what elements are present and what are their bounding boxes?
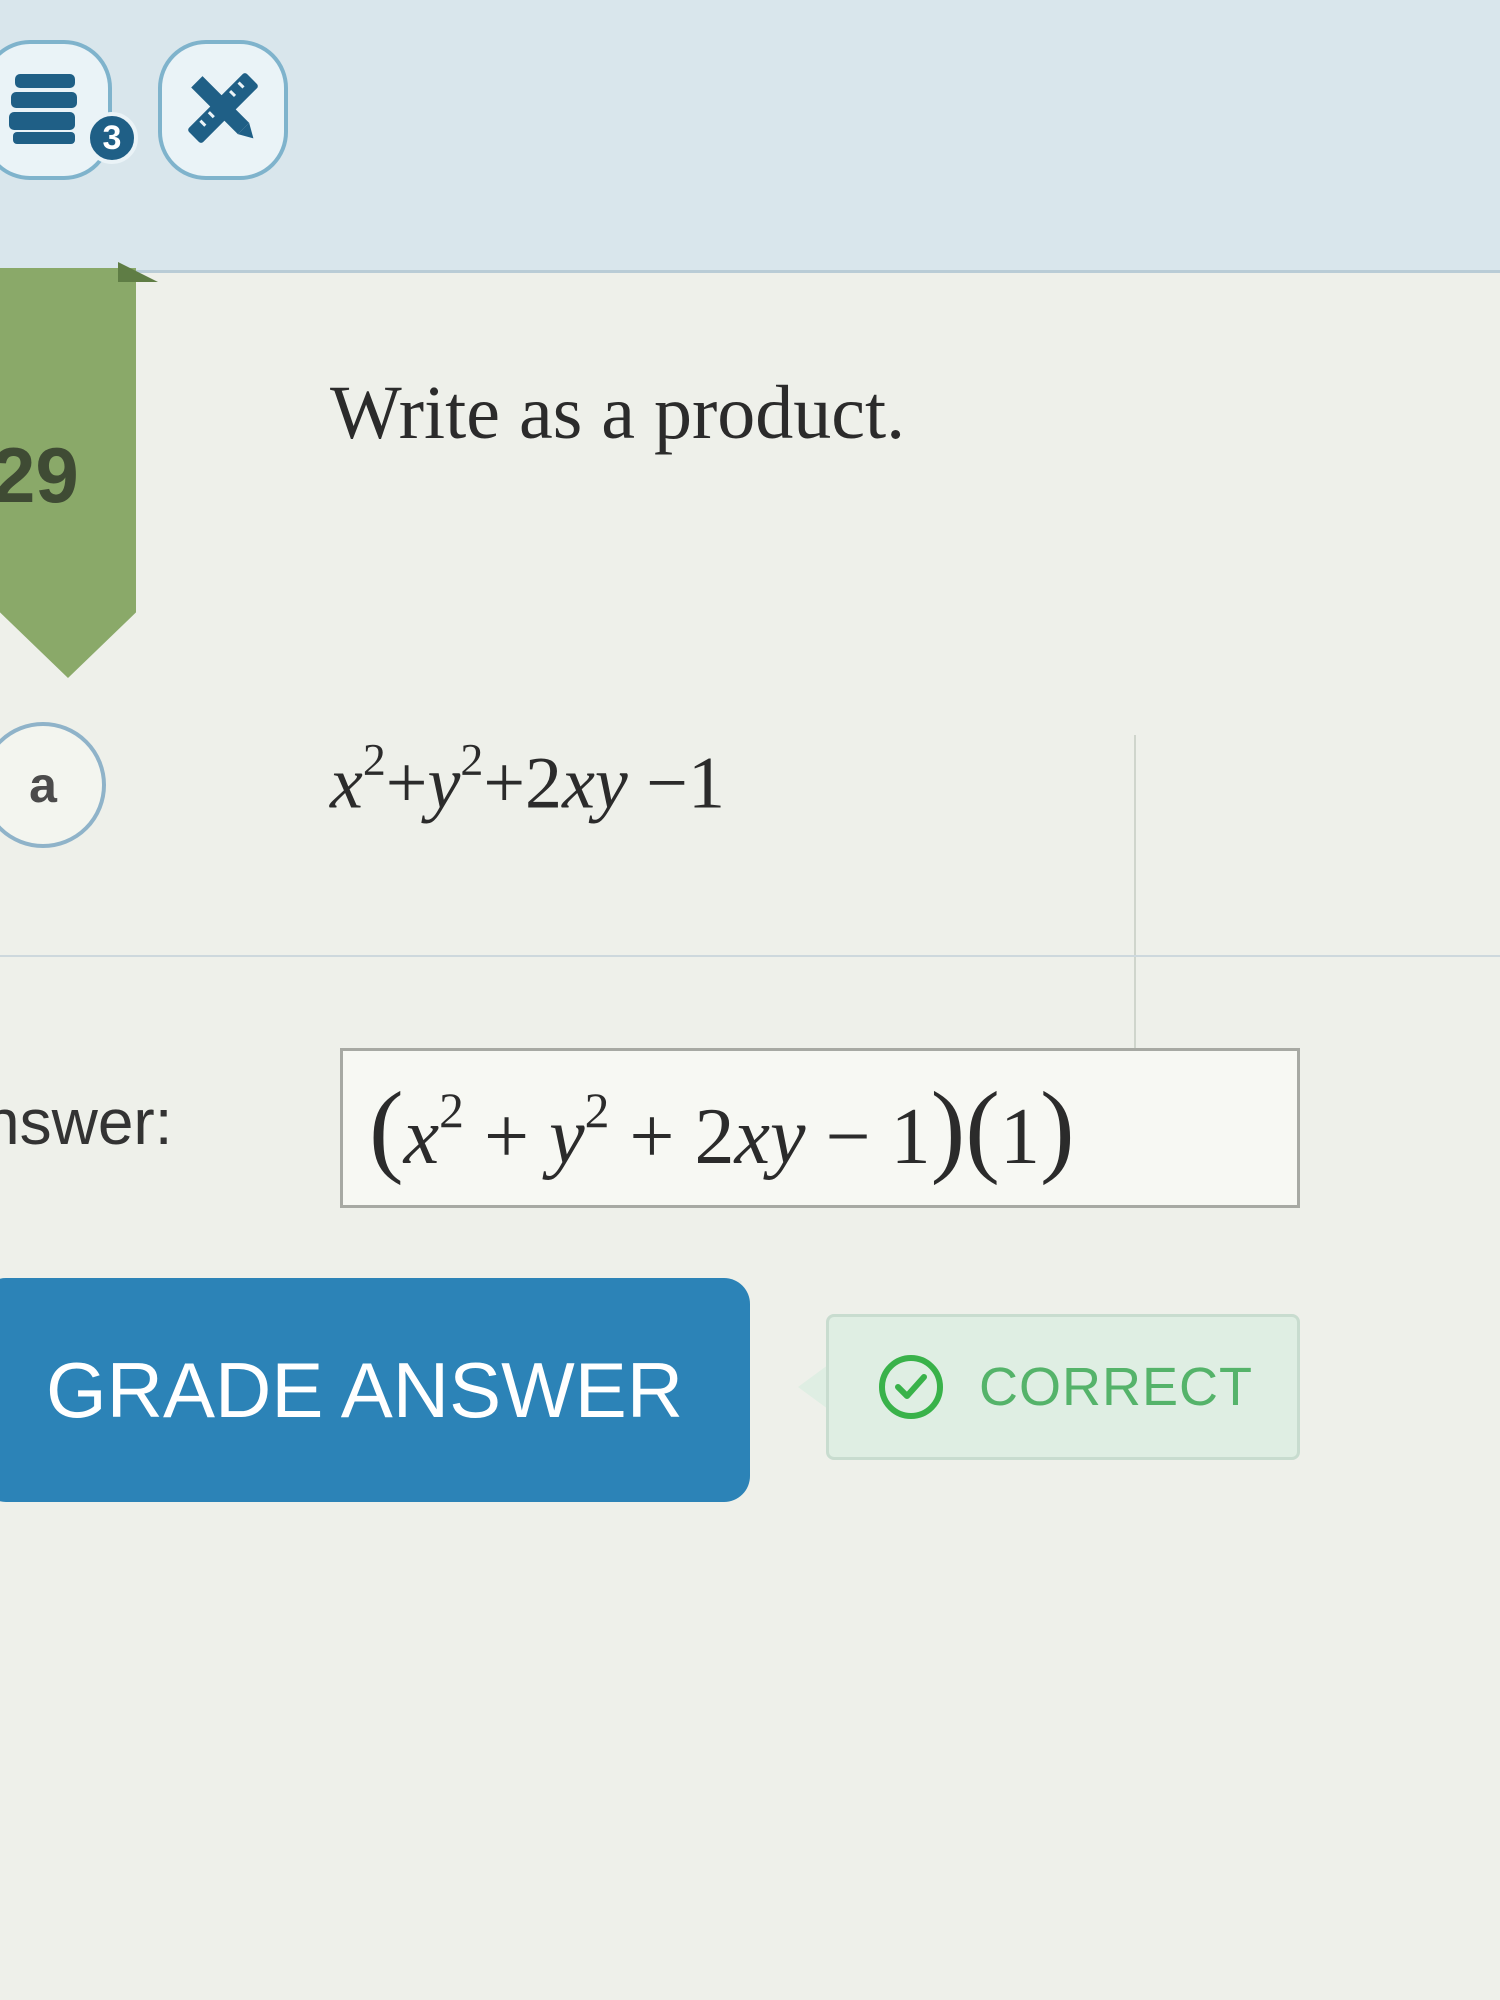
answer-label: nswer: xyxy=(0,1086,173,1158)
pencil-ruler-icon xyxy=(178,63,268,158)
calculator-count-badge: 3 xyxy=(86,112,138,164)
feedback-status: CORRECT xyxy=(826,1314,1300,1460)
feedback-text: CORRECT xyxy=(979,1357,1253,1417)
top-toolbar: 3 xyxy=(0,0,1500,273)
check-circle-icon xyxy=(879,1355,943,1419)
answer-input[interactable]: (x2 + y2 + 2xy − 1)(1) xyxy=(340,1048,1300,1208)
answer-value: (x2 + y2 + 2xy − 1)(1) xyxy=(369,1070,1075,1186)
question-number: 29 xyxy=(0,431,79,519)
vertical-guide-line xyxy=(1134,735,1136,1055)
part-label: a xyxy=(0,722,106,848)
calculator-stack-icon xyxy=(5,66,89,155)
question-prompt: Write as a product. xyxy=(330,371,906,455)
grade-answer-button[interactable]: GRADE ANSWER xyxy=(0,1278,750,1502)
calculator-button[interactable] xyxy=(0,40,112,180)
section-divider xyxy=(0,955,1500,957)
tools-button[interactable] xyxy=(158,40,288,180)
problem-expression: x2+y2+2xy −1 xyxy=(330,734,725,825)
